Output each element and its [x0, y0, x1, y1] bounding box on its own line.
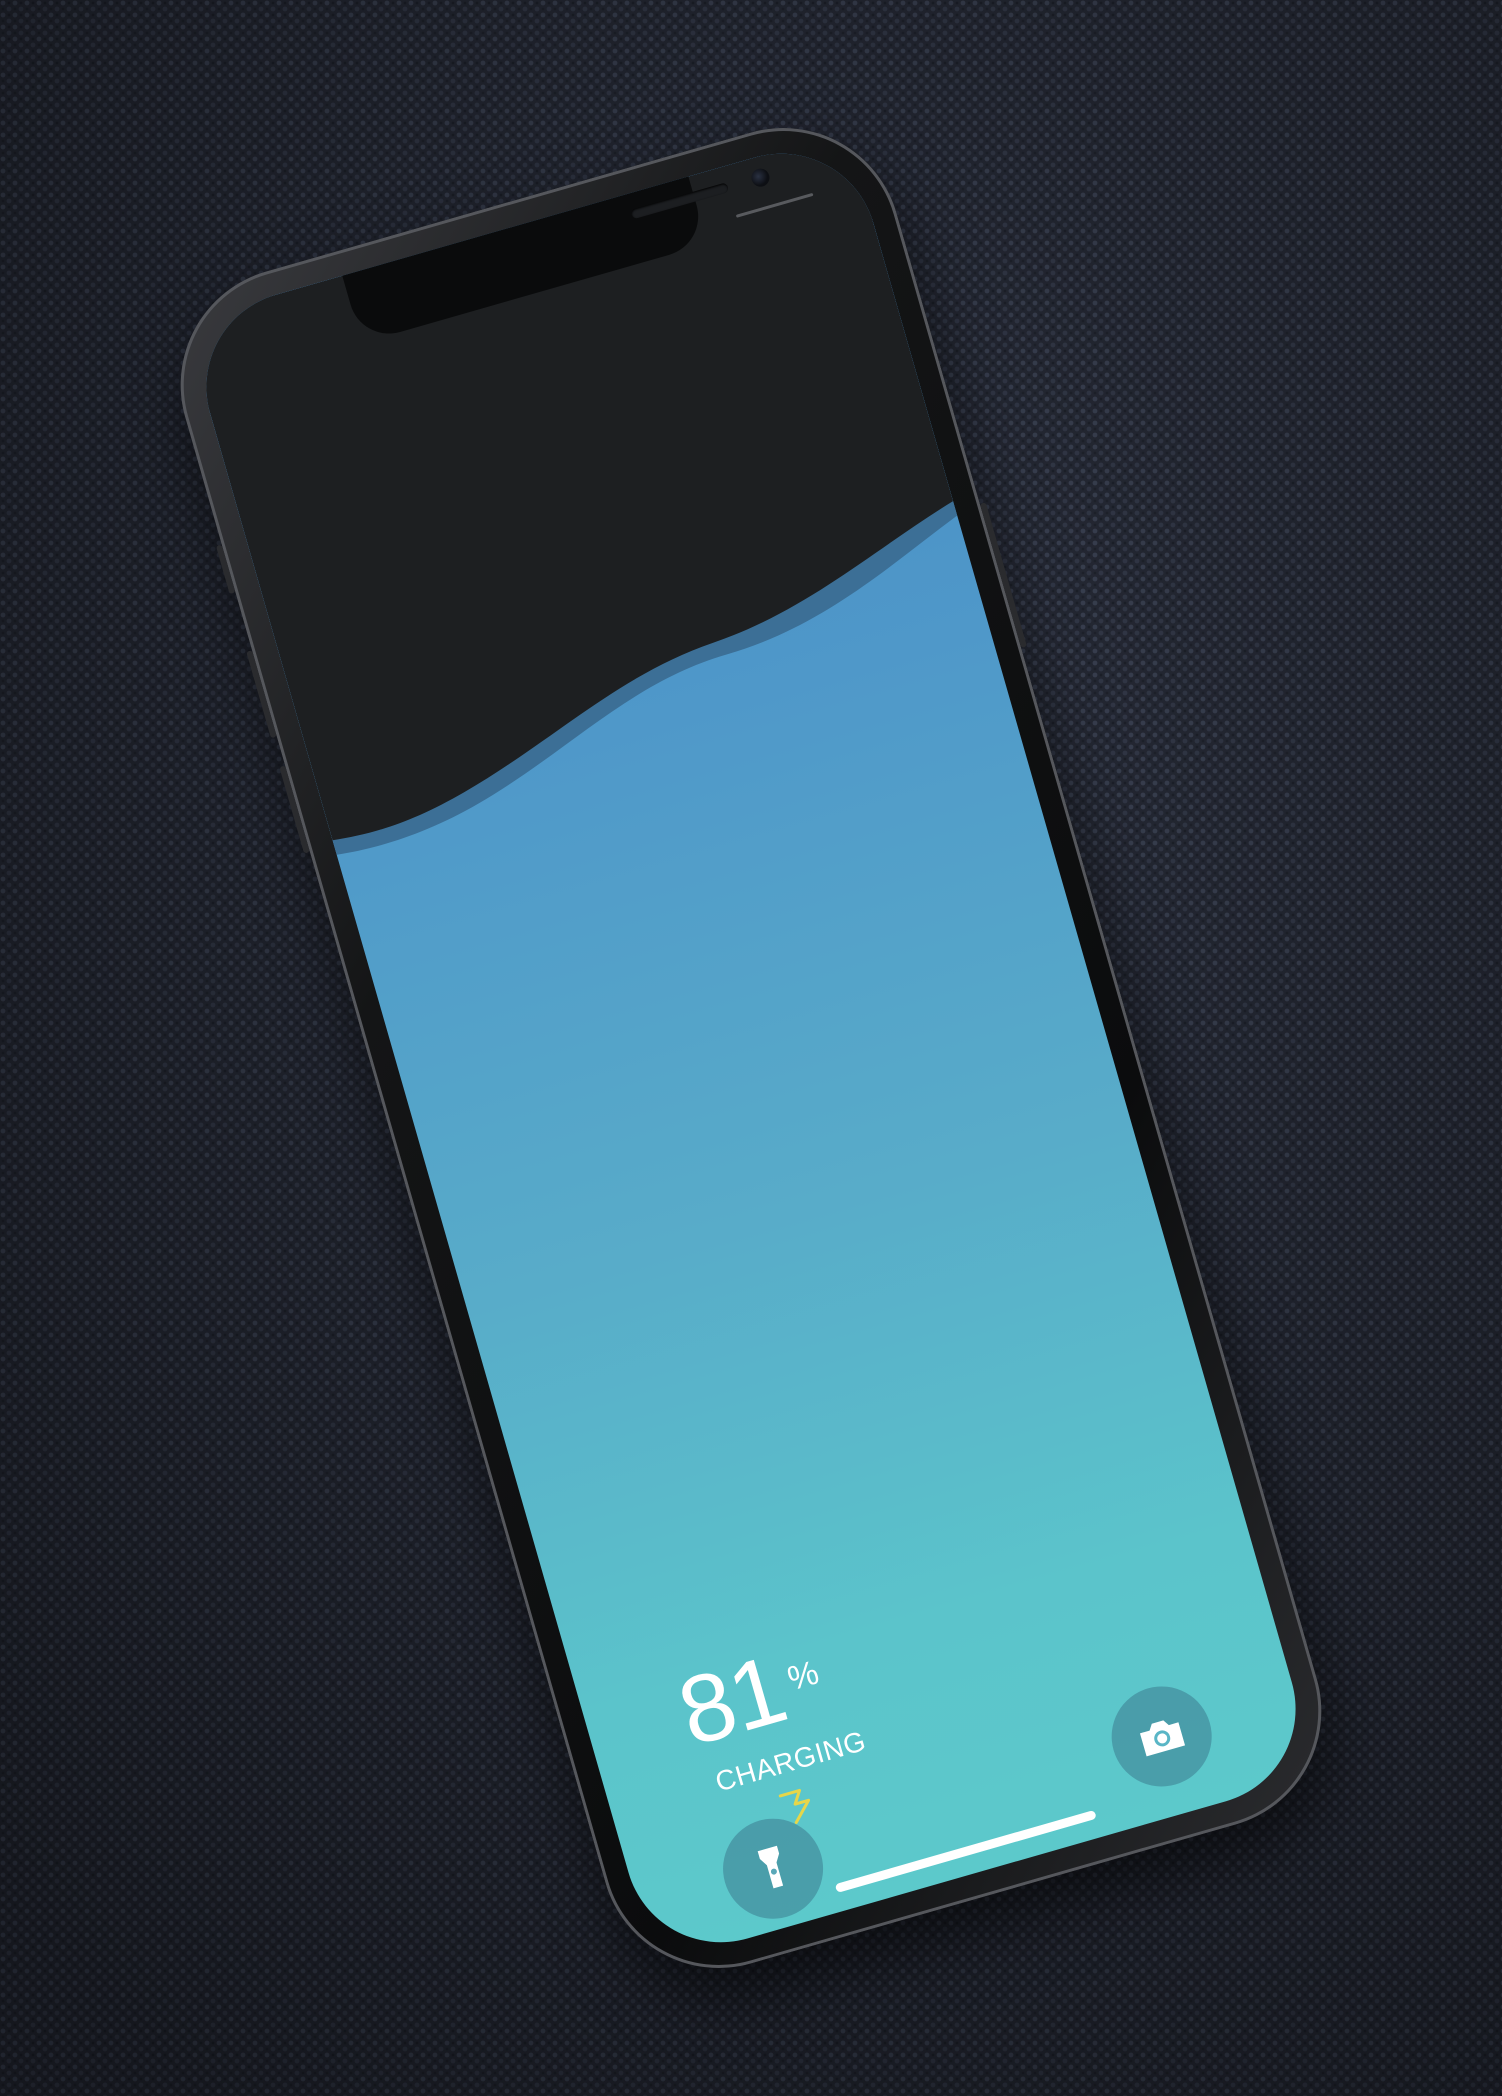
flashlight-icon — [757, 1845, 784, 1889]
battery-status: 81 % CHARGING — [667, 1598, 974, 1862]
camera-icon — [1139, 1720, 1186, 1757]
photo-scene: 81 % CHARGING — [0, 0, 1502, 2096]
percent-sign: % — [783, 1653, 823, 1699]
camera-button[interactable] — [1099, 1674, 1224, 1799]
battery-percent: 81 — [667, 1635, 796, 1767]
